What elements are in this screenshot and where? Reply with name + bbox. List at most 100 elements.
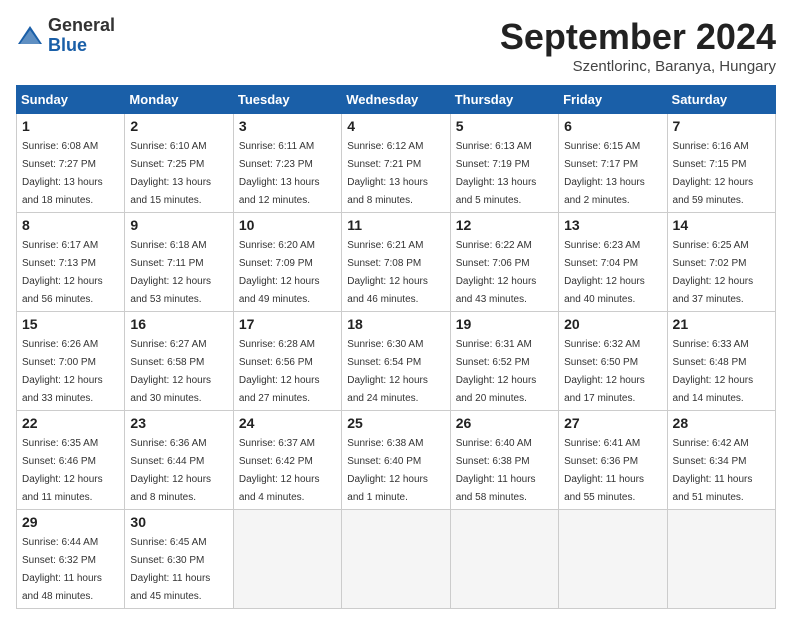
day-info: Sunrise: 6:28 AMSunset: 6:56 PMDaylight:… — [239, 339, 320, 404]
col-header-monday: Monday — [125, 86, 233, 114]
calendar-cell: 24 Sunrise: 6:37 AMSunset: 6:42 PMDayligh… — [233, 411, 341, 510]
calendar-cell: 22Sunrise: 6:35 AMSunset: 6:46 PMDayligh… — [17, 411, 125, 510]
calendar-cell: 30 Sunrise: 6:45 AMSunset: 6:30 PMDayligh… — [125, 510, 233, 609]
day-info: Sunrise: 6:33 AMSunset: 6:48 PMDaylight:… — [673, 339, 754, 404]
day-number: 21 — [673, 316, 770, 332]
calendar-cell: 9 Sunrise: 6:18 AMSunset: 7:11 PMDaylight… — [125, 213, 233, 312]
month-title: September 2024 — [500, 16, 776, 58]
calendar-cell: 6Sunrise: 6:15 AMSunset: 7:17 PMDaylight… — [559, 114, 667, 213]
day-info: Sunrise: 6:25 AMSunset: 7:02 PMDaylight:… — [673, 240, 754, 305]
calendar-cell: 10Sunrise: 6:20 AMSunset: 7:09 PMDayligh… — [233, 213, 341, 312]
logo-text: General Blue — [48, 16, 115, 56]
calendar-week-row: 1 Sunrise: 6:08 AMSunset: 7:27 PMDaylight… — [17, 114, 776, 213]
day-number: 5 — [456, 118, 553, 134]
day-info: Sunrise: 6:38 AMSunset: 6:40 PMDaylight:… — [347, 438, 428, 503]
day-number: 18 — [347, 316, 444, 332]
day-number: 12 — [456, 217, 553, 233]
day-number: 16 — [130, 316, 227, 332]
calendar-cell — [667, 510, 775, 609]
day-info: Sunrise: 6:17 AMSunset: 7:13 PMDaylight:… — [22, 240, 103, 305]
calendar-cell — [342, 510, 450, 609]
day-number: 7 — [673, 118, 770, 134]
day-info: Sunrise: 6:13 AMSunset: 7:19 PMDaylight:… — [456, 141, 537, 206]
calendar-cell: 16 Sunrise: 6:27 AMSunset: 6:58 PMDayligh… — [125, 312, 233, 411]
day-info: Sunrise: 6:45 AMSunset: 6:30 PMDaylight:… — [130, 537, 210, 602]
day-number: 3 — [239, 118, 336, 134]
col-header-friday: Friday — [559, 86, 667, 114]
calendar-cell: 13 Sunrise: 6:23 AMSunset: 7:04 PMDayligh… — [559, 213, 667, 312]
day-info: Sunrise: 6:44 AMSunset: 6:32 PMDaylight:… — [22, 537, 102, 602]
day-number: 2 — [130, 118, 227, 134]
calendar-cell: 26 Sunrise: 6:40 AMSunset: 6:38 PMDayligh… — [450, 411, 558, 510]
day-number: 1 — [22, 118, 119, 134]
calendar-cell: 19 Sunrise: 6:31 AMSunset: 6:52 PMDayligh… — [450, 312, 558, 411]
day-info: Sunrise: 6:36 AMSunset: 6:44 PMDaylight:… — [130, 438, 211, 503]
day-info: Sunrise: 6:30 AMSunset: 6:54 PMDaylight:… — [347, 339, 428, 404]
calendar-cell: 3 Sunrise: 6:11 AMSunset: 7:23 PMDaylight… — [233, 114, 341, 213]
col-header-saturday: Saturday — [667, 86, 775, 114]
calendar-week-row: 29 Sunrise: 6:44 AMSunset: 6:32 PMDayligh… — [17, 510, 776, 609]
day-number: 13 — [564, 217, 661, 233]
calendar-cell: 21 Sunrise: 6:33 AMSunset: 6:48 PMDayligh… — [667, 312, 775, 411]
calendar-week-row: 8 Sunrise: 6:17 AMSunset: 7:13 PMDaylight… — [17, 213, 776, 312]
calendar-cell: 25 Sunrise: 6:38 AMSunset: 6:40 PMDayligh… — [342, 411, 450, 510]
day-number: 24 — [239, 415, 336, 431]
day-info: Sunrise: 6:42 AMSunset: 6:34 PMDaylight:… — [673, 438, 753, 503]
calendar-cell — [233, 510, 341, 609]
day-number: 4 — [347, 118, 444, 134]
day-number: 22 — [22, 415, 119, 431]
col-header-sunday: Sunday — [17, 86, 125, 114]
day-number: 15 — [22, 316, 119, 332]
day-number: 30 — [130, 514, 227, 530]
day-info: Sunrise: 6:27 AMSunset: 6:58 PMDaylight:… — [130, 339, 211, 404]
calendar-cell: 17Sunrise: 6:28 AMSunset: 6:56 PMDayligh… — [233, 312, 341, 411]
day-number: 11 — [347, 217, 444, 233]
calendar-cell: 5 Sunrise: 6:13 AMSunset: 7:19 PMDaylight… — [450, 114, 558, 213]
day-number: 8 — [22, 217, 119, 233]
calendar-cell: 2 Sunrise: 6:10 AMSunset: 7:25 PMDaylight… — [125, 114, 233, 213]
calendar-cell: 7 Sunrise: 6:16 AMSunset: 7:15 PMDaylight… — [667, 114, 775, 213]
day-info: Sunrise: 6:40 AMSunset: 6:38 PMDaylight:… — [456, 438, 536, 503]
day-info: Sunrise: 6:20 AMSunset: 7:09 PMDaylight:… — [239, 240, 320, 305]
calendar-cell: 1 Sunrise: 6:08 AMSunset: 7:27 PMDaylight… — [17, 114, 125, 213]
day-info: Sunrise: 6:08 AMSunset: 7:27 PMDaylight:… — [22, 141, 103, 206]
day-info: Sunrise: 6:11 AMSunset: 7:23 PMDaylight:… — [239, 141, 320, 206]
day-info: Sunrise: 6:26 AMSunset: 7:00 PMDaylight:… — [22, 339, 103, 404]
calendar-cell: 18 Sunrise: 6:30 AMSunset: 6:54 PMDayligh… — [342, 312, 450, 411]
title-block: September 2024 Szentlorinc, Baranya, Hun… — [500, 16, 776, 75]
calendar-cell: 8 Sunrise: 6:17 AMSunset: 7:13 PMDaylight… — [17, 213, 125, 312]
calendar-cell: 14 Sunrise: 6:25 AMSunset: 7:02 PMDayligh… — [667, 213, 775, 312]
day-info: Sunrise: 6:37 AMSunset: 6:42 PMDaylight:… — [239, 438, 320, 503]
day-info: Sunrise: 6:12 AMSunset: 7:21 PMDaylight:… — [347, 141, 428, 206]
day-info: Sunrise: 6:23 AMSunset: 7:04 PMDaylight:… — [564, 240, 645, 305]
calendar-week-row: 22Sunrise: 6:35 AMSunset: 6:46 PMDayligh… — [17, 411, 776, 510]
calendar-week-row: 15 Sunrise: 6:26 AMSunset: 7:00 PMDayligh… — [17, 312, 776, 411]
calendar-cell — [559, 510, 667, 609]
day-number: 14 — [673, 217, 770, 233]
day-info: Sunrise: 6:10 AMSunset: 7:25 PMDaylight:… — [130, 141, 211, 206]
calendar-cell: 4 Sunrise: 6:12 AMSunset: 7:21 PMDaylight… — [342, 114, 450, 213]
day-number: 9 — [130, 217, 227, 233]
day-number: 28 — [673, 415, 770, 431]
calendar-cell: 15 Sunrise: 6:26 AMSunset: 7:00 PMDayligh… — [17, 312, 125, 411]
day-number: 29 — [22, 514, 119, 530]
col-header-thursday: Thursday — [450, 86, 558, 114]
day-info: Sunrise: 6:18 AMSunset: 7:11 PMDaylight:… — [130, 240, 211, 305]
location: Szentlorinc, Baranya, Hungary — [500, 58, 776, 75]
day-number: 23 — [130, 415, 227, 431]
calendar-table: SundayMondayTuesdayWednesdayThursdayFrid… — [16, 85, 776, 609]
day-number: 25 — [347, 415, 444, 431]
logo: General Blue — [16, 16, 115, 56]
day-number: 26 — [456, 415, 553, 431]
calendar-cell: 29 Sunrise: 6:44 AMSunset: 6:32 PMDayligh… — [17, 510, 125, 609]
day-info: Sunrise: 6:21 AMSunset: 7:08 PMDaylight:… — [347, 240, 428, 305]
day-number: 27 — [564, 415, 661, 431]
day-info: Sunrise: 6:31 AMSunset: 6:52 PMDaylight:… — [456, 339, 537, 404]
day-info: Sunrise: 6:41 AMSunset: 6:36 PMDaylight:… — [564, 438, 644, 503]
col-header-wednesday: Wednesday — [342, 86, 450, 114]
logo-icon — [16, 22, 44, 50]
day-number: 19 — [456, 316, 553, 332]
day-info: Sunrise: 6:22 AMSunset: 7:06 PMDaylight:… — [456, 240, 537, 305]
day-info: Sunrise: 6:16 AMSunset: 7:15 PMDaylight:… — [673, 141, 754, 206]
calendar-cell: 28 Sunrise: 6:42 AMSunset: 6:34 PMDayligh… — [667, 411, 775, 510]
